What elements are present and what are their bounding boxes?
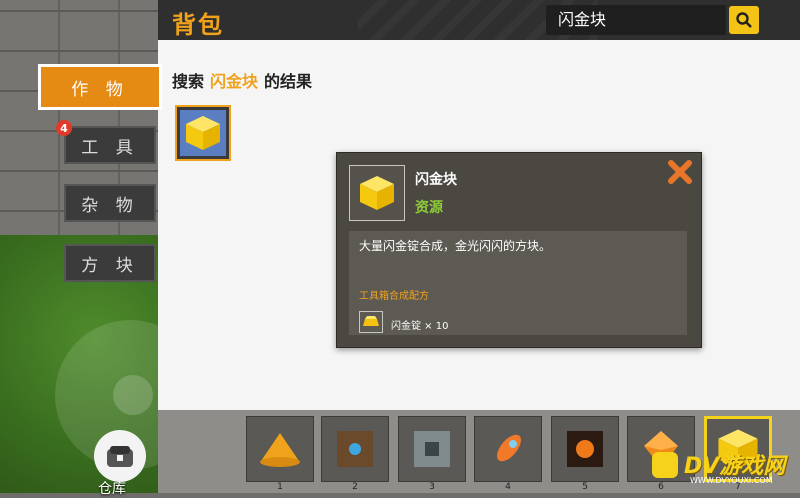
search-result-heading: 搜索 闪金块 的结果 [172,68,312,92]
watermark-logo-icon [652,452,678,478]
result-item-slot[interactable] [175,105,231,161]
rocket-icon [497,434,521,462]
hotbar-slot-1[interactable] [246,416,314,482]
result-prefix: 搜索 [172,72,205,91]
search-button[interactable] [729,6,759,34]
tab-misc[interactable]: 杂 物 [64,184,156,222]
slot-number: 4 [505,482,511,492]
slot-number: 1 [277,482,283,492]
item-description: 大量闪金锭合成，金光闪闪的方块。 [359,239,552,253]
storage-button[interactable] [94,430,146,482]
gold-ingot-icon [363,316,379,326]
joystick-knob[interactable] [113,375,153,415]
recipe-title: 工具箱合成配方 [359,291,429,302]
ingredient-slot[interactable] [359,311,383,333]
item-description-box: 大量闪金锭合成，金光闪闪的方块。 工具箱合成配方 闪金锭 × 10 [349,231,687,335]
slot-number: 3 [429,482,435,492]
blue-core-block-icon [337,431,373,467]
gold-block-icon [360,176,394,210]
item-type: 资源 [415,200,443,216]
slot-number: 6 [658,482,664,492]
gold-block-icon [186,116,220,150]
chest-icon [107,446,133,467]
slot-number: 2 [352,482,358,492]
notification-badge: 4 [56,120,72,136]
tab-crops[interactable]: 作 物 [38,64,162,110]
close-icon [668,160,692,184]
machine-block-icon [414,431,450,467]
page-title: 背包 [172,11,224,39]
search-input[interactable]: 闪金块 [546,5,726,35]
hotbar-slot-5[interactable] [551,416,619,482]
hotbar-slot-2[interactable] [321,416,389,482]
detail-item-icon [349,165,405,221]
result-keyword: 闪金块 [210,72,259,91]
storage-label: 仓库 [98,481,126,497]
search-icon [736,12,752,28]
ingredient-label: 闪金锭 × 10 [391,321,449,332]
close-button[interactable] [667,159,693,185]
tab-blocks[interactable]: 方 块 [64,244,156,282]
tab-tools[interactable]: 工 具 [64,126,156,164]
hotbar-slot-4[interactable] [474,416,542,482]
result-suffix: 的结果 [264,72,313,91]
watermark-sub: WWW.DVYOUXI.COM [690,476,773,485]
slot-number: 5 [582,482,588,492]
item-name: 闪金块 [415,172,457,188]
hotbar-slot-3[interactable] [398,416,466,482]
item-detail-popup: 闪金块 资源 大量闪金锭合成，金光闪闪的方块。 工具箱合成配方 闪金锭 × 10 [336,152,702,348]
magma-block-icon [567,431,603,467]
gold-pile-icon [260,433,300,467]
